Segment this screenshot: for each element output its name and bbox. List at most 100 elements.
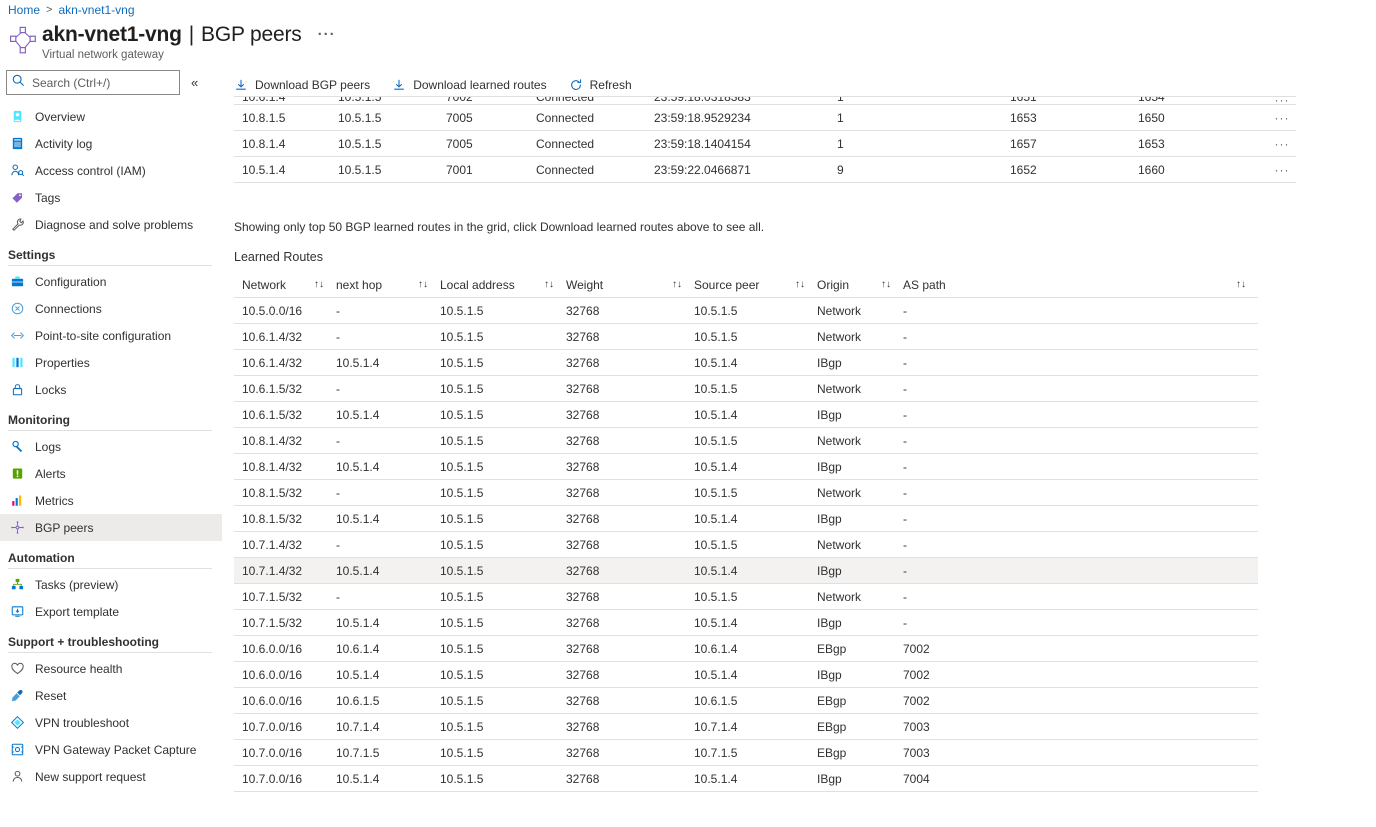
sidebar-item-metrics[interactable]: Metrics (0, 487, 222, 514)
sidebar-item-resource-health[interactable]: Resource health (0, 655, 222, 682)
learned-route-row[interactable]: 10.7.1.4/32-10.5.1.53276810.5.1.5Network… (234, 532, 1258, 558)
column-label: Source peer (694, 278, 759, 292)
sidebar-item-export-template[interactable]: Export template (0, 598, 222, 625)
sidebar-item-configuration[interactable]: Configuration (0, 268, 222, 295)
learned-route-cell-source-peer: 10.6.1.5 (694, 694, 817, 708)
bgp-peer-row[interactable]: 10.8.1.410.5.1.57005Connected23:59:18.14… (234, 131, 1296, 157)
sidebar-item-overview[interactable]: Overview (0, 103, 222, 130)
toolbar-button-label: Download BGP peers (255, 78, 370, 92)
bgp-peer-cell-local-address: 10.5.1.5 (338, 111, 446, 125)
learned-route-cell-source-peer: 10.7.1.5 (694, 746, 817, 760)
download-learned-routes-button[interactable]: Download learned routes (392, 78, 546, 92)
row-actions-button[interactable]: ··· (1268, 140, 1296, 148)
sidebar-item-new-support-request[interactable]: New support request (0, 763, 222, 790)
row-actions-button[interactable]: ··· (1268, 97, 1296, 104)
sidebar-item-alerts[interactable]: Alerts (0, 460, 222, 487)
learned-routes-column-origin[interactable]: Origin↑↓ (817, 278, 903, 292)
sort-icon[interactable]: ↑↓ (418, 279, 428, 290)
learned-route-row[interactable]: 10.8.1.5/32-10.5.1.53276810.5.1.5Network… (234, 480, 1258, 506)
learned-routes-column-local-address[interactable]: Local address↑↓ (440, 278, 566, 292)
learned-routes-column-next-hop[interactable]: next hop↑↓ (336, 278, 440, 292)
learned-route-row[interactable]: 10.6.1.4/32-10.5.1.53276810.5.1.5Network… (234, 324, 1258, 350)
sidebar-item-access-control-iam[interactable]: Access control (IAM) (0, 157, 222, 184)
sidebar-item-point-to-site-configuration[interactable]: Point-to-site configuration (0, 322, 222, 349)
learned-route-row[interactable]: 10.6.0.0/1610.5.1.410.5.1.53276810.5.1.4… (234, 662, 1258, 688)
sidebar-item-label: Locks (35, 383, 66, 397)
learned-route-cell-source-peer: 10.5.1.4 (694, 356, 817, 370)
row-actions-button[interactable]: ··· (1268, 114, 1296, 122)
sidebar-item-tags[interactable]: Tags (0, 184, 222, 211)
breadcrumb-separator: > (46, 4, 52, 16)
learned-route-cell-origin: EBgp (817, 720, 903, 734)
refresh-button[interactable]: Refresh (569, 78, 632, 92)
sidebar-item-locks[interactable]: Locks (0, 376, 222, 403)
learned-route-cell-weight: 32768 (566, 408, 694, 422)
sidebar-item-logs[interactable]: Logs (0, 433, 222, 460)
learned-route-cell-network: 10.7.1.5/32 (234, 616, 336, 630)
sort-icon[interactable]: ↑↓ (672, 279, 682, 290)
learned-routes-column-network[interactable]: Network↑↓ (234, 278, 336, 292)
bgp-peer-row[interactable]: 10.8.1.510.5.1.57005Connected23:59:18.95… (234, 105, 1296, 131)
learned-route-cell-local-address: 10.5.1.5 (440, 356, 566, 370)
learned-route-cell-network: 10.8.1.5/32 (234, 486, 336, 500)
search-input[interactable] (30, 75, 170, 91)
sort-icon[interactable]: ↑↓ (881, 279, 891, 290)
learned-route-row[interactable]: 10.8.1.5/3210.5.1.410.5.1.53276810.5.1.4… (234, 506, 1258, 532)
sidebar-item-label: Alerts (35, 467, 66, 481)
sidebar-item-tasks-preview[interactable]: Tasks (preview) (0, 571, 222, 598)
learned-route-cell-origin: EBgp (817, 694, 903, 708)
learned-route-cell-source-peer: 10.5.1.5 (694, 330, 817, 344)
learned-route-row[interactable]: 10.8.1.4/3210.5.1.410.5.1.53276810.5.1.4… (234, 454, 1258, 480)
breadcrumb-home[interactable]: Home (8, 3, 40, 17)
learned-route-cell-local-address: 10.5.1.5 (440, 304, 566, 318)
sort-icon[interactable]: ↑↓ (314, 279, 324, 290)
learned-route-cell-source-peer: 10.7.1.4 (694, 720, 817, 734)
breadcrumb-current[interactable]: akn-vnet1-vng (58, 3, 134, 17)
learned-route-row[interactable]: 10.7.1.4/3210.5.1.410.5.1.53276810.5.1.4… (234, 558, 1258, 584)
learned-route-cell-next-hop: - (336, 538, 440, 552)
bgp-peer-row[interactable]: 10.5.1.410.5.1.57001Connected23:59:22.04… (234, 157, 1296, 183)
row-actions-button[interactable]: ··· (1268, 166, 1296, 174)
learned-route-row[interactable]: 10.5.0.0/16-10.5.1.53276810.5.1.5Network… (234, 298, 1258, 324)
sidebar-item-properties[interactable]: Properties (0, 349, 222, 376)
learned-route-row[interactable]: 10.6.1.4/3210.5.1.410.5.1.53276810.5.1.4… (234, 350, 1258, 376)
sort-icon[interactable]: ↑↓ (795, 279, 805, 290)
sort-icon[interactable]: ↑↓ (544, 279, 554, 290)
learned-route-cell-as-path: - (903, 460, 1258, 474)
learned-route-row[interactable]: 10.6.0.0/1610.6.1.410.5.1.53276810.6.1.4… (234, 636, 1258, 662)
sidebar-item-activity-log[interactable]: Activity log (0, 130, 222, 157)
learned-routes-column-weight[interactable]: Weight↑↓ (566, 278, 694, 292)
learned-route-cell-as-path: 7002 (903, 694, 1258, 708)
learned-route-row[interactable]: 10.6.1.5/32-10.5.1.53276810.5.1.5Network… (234, 376, 1258, 402)
learned-route-cell-next-hop: - (336, 304, 440, 318)
sidebar-group-title: Settings (0, 248, 222, 262)
bgp-peer-row[interactable]: 10.6.1.410.5.1.57002Connected23:59:18.03… (234, 97, 1296, 105)
learned-routes-column-source-peer[interactable]: Source peer ↑↓ (694, 278, 817, 292)
learned-route-row[interactable]: 10.8.1.4/32-10.5.1.53276810.5.1.5Network… (234, 428, 1258, 454)
bgp-peers-icon (8, 520, 26, 536)
sidebar-item-vpn-gateway-packet-capture[interactable]: VPN Gateway Packet Capture (0, 736, 222, 763)
sidebar-item-vpn-troubleshoot[interactable]: VPN troubleshoot (0, 709, 222, 736)
learned-route-row[interactable]: 10.6.0.0/1610.6.1.510.5.1.53276810.6.1.5… (234, 688, 1258, 714)
learned-route-row[interactable]: 10.7.0.0/1610.7.1.410.5.1.53276810.7.1.4… (234, 714, 1258, 740)
sidebar-item-diagnose-and-solve-problems[interactable]: Diagnose and solve problems (0, 211, 222, 238)
search-box[interactable] (6, 70, 180, 95)
bgp-peer-row[interactable]: 10.5.1.510.5.1.57001Unknown-000··· (234, 183, 1296, 186)
collapse-sidebar-button[interactable]: « (191, 76, 198, 89)
learned-route-cell-weight: 32768 (566, 512, 694, 526)
more-options-button[interactable]: ··· (318, 29, 336, 41)
learned-route-row[interactable]: 10.7.0.0/1610.7.1.510.5.1.53276810.7.1.5… (234, 740, 1258, 766)
learned-route-row[interactable]: 10.6.1.5/3210.5.1.410.5.1.53276810.5.1.4… (234, 402, 1258, 428)
learned-route-cell-source-peer: 10.5.1.5 (694, 304, 817, 318)
sidebar-item-connections[interactable]: Connections (0, 295, 222, 322)
sort-icon[interactable]: ↑↓ (1236, 279, 1246, 290)
learned-route-row[interactable]: 10.7.0.0/1610.5.1.410.5.1.53276810.5.1.4… (234, 766, 1258, 792)
learned-route-row[interactable]: 10.7.1.5/32-10.5.1.53276810.5.1.5Network… (234, 584, 1258, 610)
learned-routes-column-as-path[interactable]: AS path↑↓ (903, 278, 1258, 292)
learned-route-cell-as-path: - (903, 590, 1258, 604)
sidebar-item-reset[interactable]: Reset (0, 682, 222, 709)
learned-route-cell-as-path: - (903, 304, 1258, 318)
sidebar-item-bgp-peers[interactable]: BGP peers (0, 514, 222, 541)
learned-route-row[interactable]: 10.7.1.5/3210.5.1.410.5.1.53276810.5.1.4… (234, 610, 1258, 636)
download-bgp-peers-button[interactable]: Download BGP peers (234, 78, 370, 92)
